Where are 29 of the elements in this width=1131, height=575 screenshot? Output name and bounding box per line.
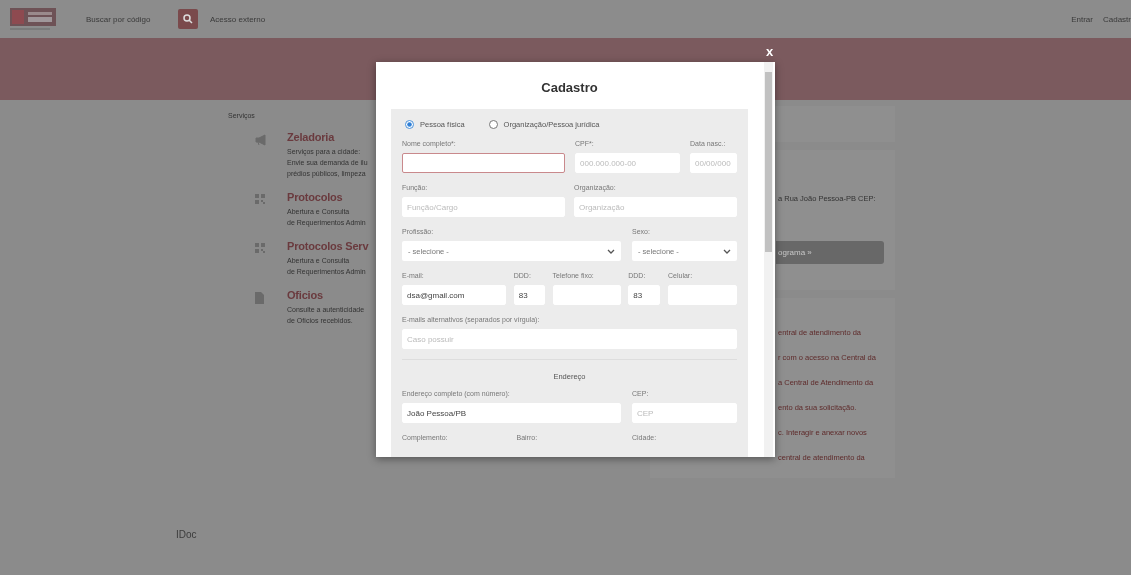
chevron-down-icon <box>607 248 615 254</box>
service-title[interactable]: Zeladoria <box>287 131 368 143</box>
scrollbar[interactable] <box>764 62 773 457</box>
input-field[interactable]: 83 <box>628 285 661 305</box>
qr-code-icon <box>255 194 266 206</box>
modal-title: Cadastro <box>541 80 598 95</box>
service-title[interactable]: Protocolos Serv <box>287 240 369 252</box>
program-button[interactable]: ograma » <box>776 241 884 264</box>
search-field[interactable]: Buscar por código <box>78 9 172 29</box>
login-link[interactable]: Entrar <box>1071 14 1093 24</box>
search-icon <box>183 14 193 24</box>
service-title[interactable]: Protocolos <box>287 191 366 203</box>
logo-icon[interactable] <box>10 7 56 31</box>
register-link[interactable]: Cadastr <box>1103 14 1131 24</box>
qr-code-icon <box>255 243 266 255</box>
megaphone-icon <box>255 134 266 146</box>
chevron-down-icon <box>723 248 731 254</box>
service-title[interactable]: Oficios <box>287 289 365 301</box>
radio-icon <box>488 119 498 129</box>
input-field[interactable]: João Pessoa/PB <box>402 403 621 423</box>
external-access-link[interactable]: Acesso externo <box>210 14 266 24</box>
radio-icon <box>405 119 414 129</box>
footer-text: IDoc <box>176 529 197 540</box>
search-button[interactable] <box>178 9 198 29</box>
input-field[interactable]: 83 <box>513 285 545 305</box>
input-field[interactable]: dsa@gmail.com <box>402 285 506 305</box>
document-icon <box>255 292 266 304</box>
close-button[interactable]: x <box>766 44 774 59</box>
input-field[interactable] <box>402 153 565 173</box>
